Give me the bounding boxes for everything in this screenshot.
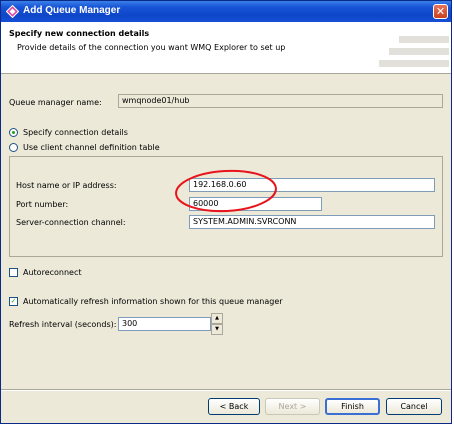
queue-manager-name-field: wmqnode01/hub bbox=[118, 94, 443, 108]
wizard-header: Specify new connection details Provide d… bbox=[1, 22, 451, 74]
spinner-down-icon[interactable]: ▼ bbox=[211, 324, 223, 335]
cancel-button[interactable]: Cancel bbox=[386, 398, 442, 415]
close-icon: ✕ bbox=[435, 5, 446, 18]
radio-selected-dot bbox=[12, 131, 15, 134]
finish-button[interactable]: Finish bbox=[325, 398, 380, 415]
add-queue-manager-dialog: Add Queue Manager ✕ Specify new connecti… bbox=[0, 0, 452, 424]
auto-refresh-checkbox[interactable]: ✓ bbox=[9, 297, 18, 306]
footer-separator bbox=[1, 389, 451, 391]
spinner-up-icon[interactable]: ▲ bbox=[211, 313, 223, 324]
refresh-interval-input[interactable]: 300 bbox=[118, 317, 211, 331]
use-ccdt-radio[interactable] bbox=[9, 143, 18, 152]
autoreconnect-checkbox[interactable] bbox=[9, 268, 18, 277]
host-label: Host name or IP address: bbox=[16, 181, 117, 190]
channel-label: Server-connection channel: bbox=[16, 218, 126, 227]
close-button[interactable]: ✕ bbox=[433, 4, 448, 19]
header-description: Provide details of the connection you wa… bbox=[17, 43, 286, 52]
port-label: Port number: bbox=[16, 200, 69, 209]
title-bar: Add Queue Manager ✕ bbox=[1, 1, 451, 22]
header-title: Specify new connection details bbox=[9, 29, 150, 38]
channel-input[interactable]: SYSTEM.ADMIN.SVRCONN bbox=[189, 215, 435, 229]
specify-connection-details-label[interactable]: Specify connection details bbox=[23, 128, 128, 137]
auto-refresh-label[interactable]: Automatically refresh information shown … bbox=[23, 297, 283, 306]
next-button[interactable]: Next > bbox=[265, 398, 320, 415]
websphere-mq-icon bbox=[6, 5, 19, 18]
use-ccdt-label[interactable]: Use client channel definition table bbox=[23, 143, 160, 152]
annotation-circle bbox=[175, 169, 277, 213]
refresh-interval-label: Refresh interval (seconds): bbox=[9, 320, 117, 329]
queue-manager-name-label: Queue manager name: bbox=[9, 98, 102, 107]
back-button[interactable]: < Back bbox=[208, 398, 260, 415]
autoreconnect-label[interactable]: Autoreconnect bbox=[23, 268, 82, 277]
window-title: Add Queue Manager bbox=[23, 5, 121, 16]
refresh-interval-spinner: ▲ ▼ bbox=[211, 313, 223, 335]
specify-connection-details-radio[interactable] bbox=[9, 128, 18, 137]
